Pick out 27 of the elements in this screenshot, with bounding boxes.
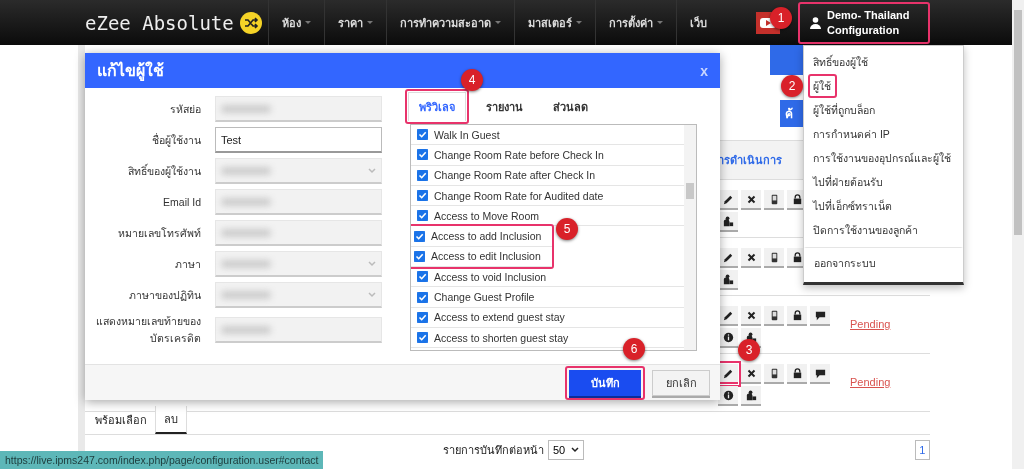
privilege-label: Access to extend guest stay (434, 311, 565, 324)
privilege-label: Access to void Inclusion (434, 270, 547, 283)
callout-badge: 1 (770, 6, 792, 29)
status-url: https://live.ipms247.com/index.php/page/configuration.user#contact (0, 451, 324, 469)
privilege-label: Access to Move Room (434, 209, 540, 222)
field-label: ภาษา (174, 256, 201, 272)
field-label: รหัสย่อ (169, 101, 201, 117)
callout-badge: 5 (556, 218, 578, 241)
field-label: ภาษาของปฏิทิน (128, 287, 201, 303)
privilege-label: Change Room Rate for Audited date (434, 189, 604, 202)
callout-badge: 6 (623, 337, 645, 360)
dialog-title: แก้ไขผู้ใช้ (97, 60, 164, 83)
field-label: สิทธิ์ของผู้ใช้งาน (127, 162, 201, 180)
callout-badge: 2 (781, 75, 803, 97)
privilege-label: Change Guest Profile (434, 291, 535, 303)
privilege-label: Change Room Rate after Check In (434, 169, 596, 182)
field-label: แสดงหมายเลขท้ายของบัตรเครดิต (95, 314, 201, 346)
privilege-label: Access to edit Inclusion (431, 250, 541, 263)
privilege-label: Access to add Inclusion (431, 230, 542, 243)
privilege-label: Change Room Rate before Check In (434, 148, 604, 161)
callout-badge: 3 (738, 339, 760, 361)
field-label: หมายเลขโทรศัพท์ (117, 225, 201, 241)
per-page-label: รายการบันทึกต่อหน้า (443, 443, 544, 458)
field-label: Email Id (162, 196, 201, 208)
privilege-label: Access to shorten guest stay (434, 331, 569, 344)
field-label: ชื่อผู้ใช้งาน (151, 132, 201, 149)
privilege-label: Walk In Guest (434, 128, 500, 141)
